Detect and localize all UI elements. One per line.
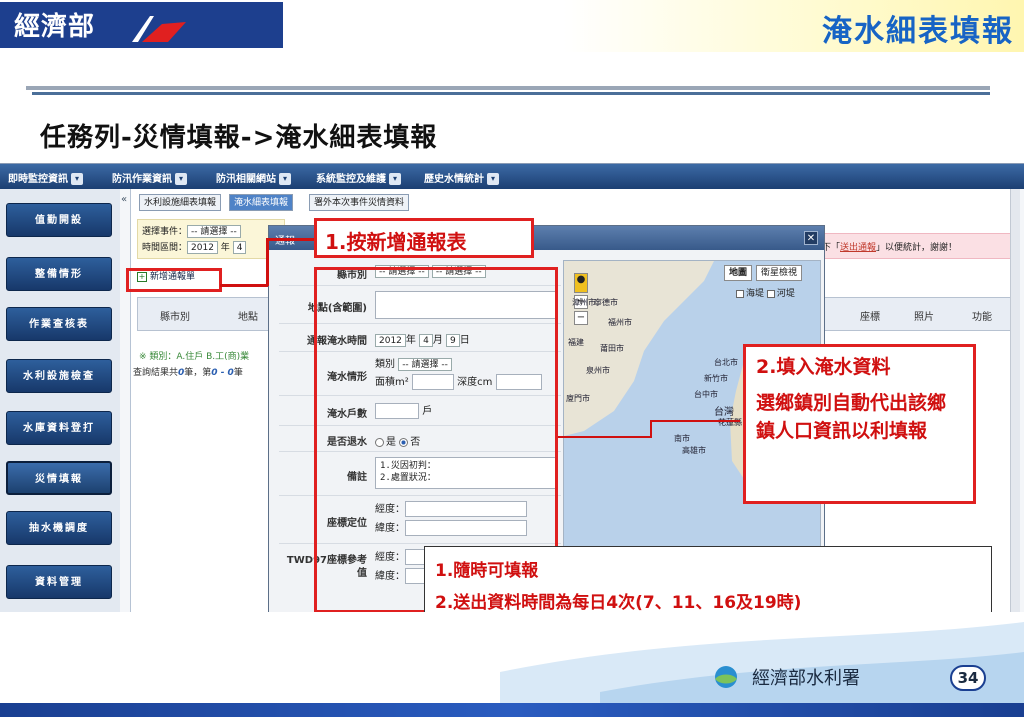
notice-banner: 下「送出通報」以便統計，謝謝！ bbox=[817, 233, 1017, 259]
map-label: 泉州市 bbox=[586, 366, 610, 375]
note-line-1: 1.隨時可填報 bbox=[435, 561, 539, 581]
category-note: ※ 類別：A.住戶 B.工(商)業 bbox=[139, 352, 250, 362]
annotation-connector bbox=[266, 238, 314, 241]
annotation-connector bbox=[650, 420, 740, 422]
map-label: 新竹市 bbox=[704, 374, 728, 383]
chevron-down-icon: ▾ bbox=[71, 173, 83, 185]
step2-callout: 2.填入淹水資料 選鄉鎮別自動代出該鄉鎮人口資訊以利填報 bbox=[743, 344, 976, 504]
chevron-down-icon: ▾ bbox=[175, 173, 187, 185]
year-select[interactable]: 2012 bbox=[187, 241, 218, 254]
menu-related-sites[interactable]: 防汛相關網站 ▾ bbox=[216, 170, 291, 185]
col-photo: 照片 bbox=[914, 312, 934, 323]
water-agency-logo-icon bbox=[715, 666, 737, 688]
map-label: 福州市 bbox=[608, 318, 632, 327]
send-report-link[interactable]: 送出通報 bbox=[840, 243, 876, 253]
header-divider-accent bbox=[32, 92, 990, 95]
sidebar-item-facility-check[interactable]: 水利設施檢查 bbox=[6, 359, 112, 393]
slide-title: 淹水細表填報 bbox=[822, 14, 1014, 49]
map-label: 福建 bbox=[568, 338, 584, 347]
annotation-connector bbox=[220, 284, 268, 287]
water-agency-logo-text: 經濟部水利署 bbox=[752, 668, 860, 689]
tab-external-disaster[interactable]: 署外本次事件災情資料 bbox=[309, 194, 410, 211]
page-number: 34 bbox=[950, 665, 986, 691]
step1-callout: 1.按新增通報表 bbox=[314, 218, 534, 258]
sidebar: 值勤開設 整備情形 作業查核表 水利設施檢查 水庫資料登打 災情填報 抽水機調度… bbox=[0, 189, 120, 614]
header-divider bbox=[26, 86, 990, 90]
col-location: 地點 bbox=[238, 312, 258, 323]
menu-realtime-monitoring[interactable]: 即時監控資訊 ▾ bbox=[8, 170, 83, 185]
sidebar-item-pump-dispatch[interactable]: 抽水機調度 bbox=[6, 511, 112, 545]
sidebar-item-duty-setup[interactable]: 值勤開設 bbox=[6, 203, 112, 237]
menu-history-stats[interactable]: 歷史水情統計 ▾ bbox=[424, 170, 499, 185]
map-label: 台灣 bbox=[714, 407, 734, 418]
page-heading: 任務列-災情填報->淹水細表填報 bbox=[40, 123, 438, 153]
ministry-logo-text: 經濟部 bbox=[14, 12, 96, 42]
col-actions: 功能 bbox=[972, 312, 992, 323]
col-county: 縣市別 bbox=[160, 312, 190, 323]
chevron-down-icon: ▾ bbox=[389, 173, 401, 185]
menu-system-maintenance[interactable]: 系統監控及維護 ▾ bbox=[316, 170, 401, 185]
annotation-connector bbox=[650, 420, 652, 438]
tab-flood-report[interactable]: 淹水細表填報 bbox=[229, 194, 294, 211]
map-label: 花蓮縣 bbox=[718, 418, 742, 427]
result-count: 查詢結果共0筆，第0 - 0筆 bbox=[133, 368, 243, 378]
vertical-scrollbar[interactable] bbox=[1010, 189, 1020, 614]
top-menubar: 即時監控資訊 ▾ 防汛作業資訊 ▾ 防汛相關網站 ▾ 系統監控及維護 ▾ 歷史水情統計 ▾ bbox=[0, 164, 1024, 189]
event-select[interactable]: -- 請選擇 -- bbox=[187, 225, 241, 238]
map-label: 南市 bbox=[674, 434, 690, 443]
month-select[interactable]: 4 bbox=[232, 241, 247, 254]
map-label: 台中市 bbox=[694, 390, 718, 399]
chevron-down-icon: ▾ bbox=[487, 173, 499, 185]
map-label: 莆田市 bbox=[600, 344, 624, 353]
footer-wave-graphic bbox=[500, 622, 1024, 717]
close-icon[interactable]: ✕ bbox=[804, 231, 818, 245]
sidebar-item-reservoir-data[interactable]: 水庫資料登打 bbox=[6, 411, 112, 445]
col-coordinates: 座標 bbox=[860, 312, 880, 323]
sidebar-item-disaster-report[interactable]: 災情填報 bbox=[6, 461, 112, 495]
map-label: 廈門市 bbox=[566, 394, 590, 403]
slide-header: 經濟部 淹水細表填報 bbox=[0, 0, 1024, 52]
chevron-down-icon: ▾ bbox=[279, 173, 291, 185]
menu-flood-ops[interactable]: 防汛作業資訊 ▾ bbox=[112, 170, 187, 185]
riverbank-checkbox[interactable] bbox=[766, 289, 775, 298]
step2-title: 2.填入淹水資料 bbox=[756, 356, 891, 378]
annotation-connector bbox=[266, 238, 269, 286]
period-label: 時間區間： bbox=[142, 243, 188, 253]
seawall-checkbox[interactable] bbox=[736, 289, 744, 298]
sidebar-item-preparedness[interactable]: 整備情形 bbox=[6, 257, 112, 291]
map-label: 高雄市 bbox=[682, 446, 706, 455]
year-unit: 年 bbox=[220, 243, 230, 253]
footer-bar bbox=[0, 703, 1024, 717]
filter-panel: 選擇事件： -- 請選擇 -- 時間區間： 2012 年 4 bbox=[137, 219, 285, 259]
map-type-map-button[interactable]: 地圖 bbox=[724, 265, 753, 281]
tab-facility-report[interactable]: 水利設施細表填報 bbox=[139, 194, 222, 211]
ministry-logo-mark-icon bbox=[132, 16, 186, 42]
map-label: 寧德市 bbox=[594, 298, 618, 307]
step2-body: 選鄉鎮別自動代出該鄉鎮人口資訊以利填報 bbox=[756, 392, 947, 442]
map-layer-checkboxes: 海堤 河堤 bbox=[736, 286, 795, 299]
collapse-sidebar-icon[interactable]: « bbox=[121, 194, 127, 205]
sidebar-item-data-management[interactable]: 資料管理 bbox=[6, 565, 112, 599]
zoom-out-icon[interactable]: − bbox=[574, 311, 588, 325]
annotation-connector bbox=[558, 436, 650, 438]
event-label: 選擇事件： bbox=[142, 227, 188, 237]
ministry-logo-banner: 經濟部 bbox=[0, 2, 283, 48]
footer-wave bbox=[0, 612, 1024, 717]
map-label: 漳州市 bbox=[572, 298, 596, 307]
sidebar-item-checklist[interactable]: 作業查核表 bbox=[6, 307, 112, 341]
street-view-pegman-icon[interactable]: ● bbox=[574, 273, 588, 293]
map-label: 台北市 bbox=[714, 358, 738, 367]
add-button-highlight bbox=[126, 268, 222, 292]
map-type-satellite-button[interactable]: 衛星檢視 bbox=[756, 265, 803, 281]
